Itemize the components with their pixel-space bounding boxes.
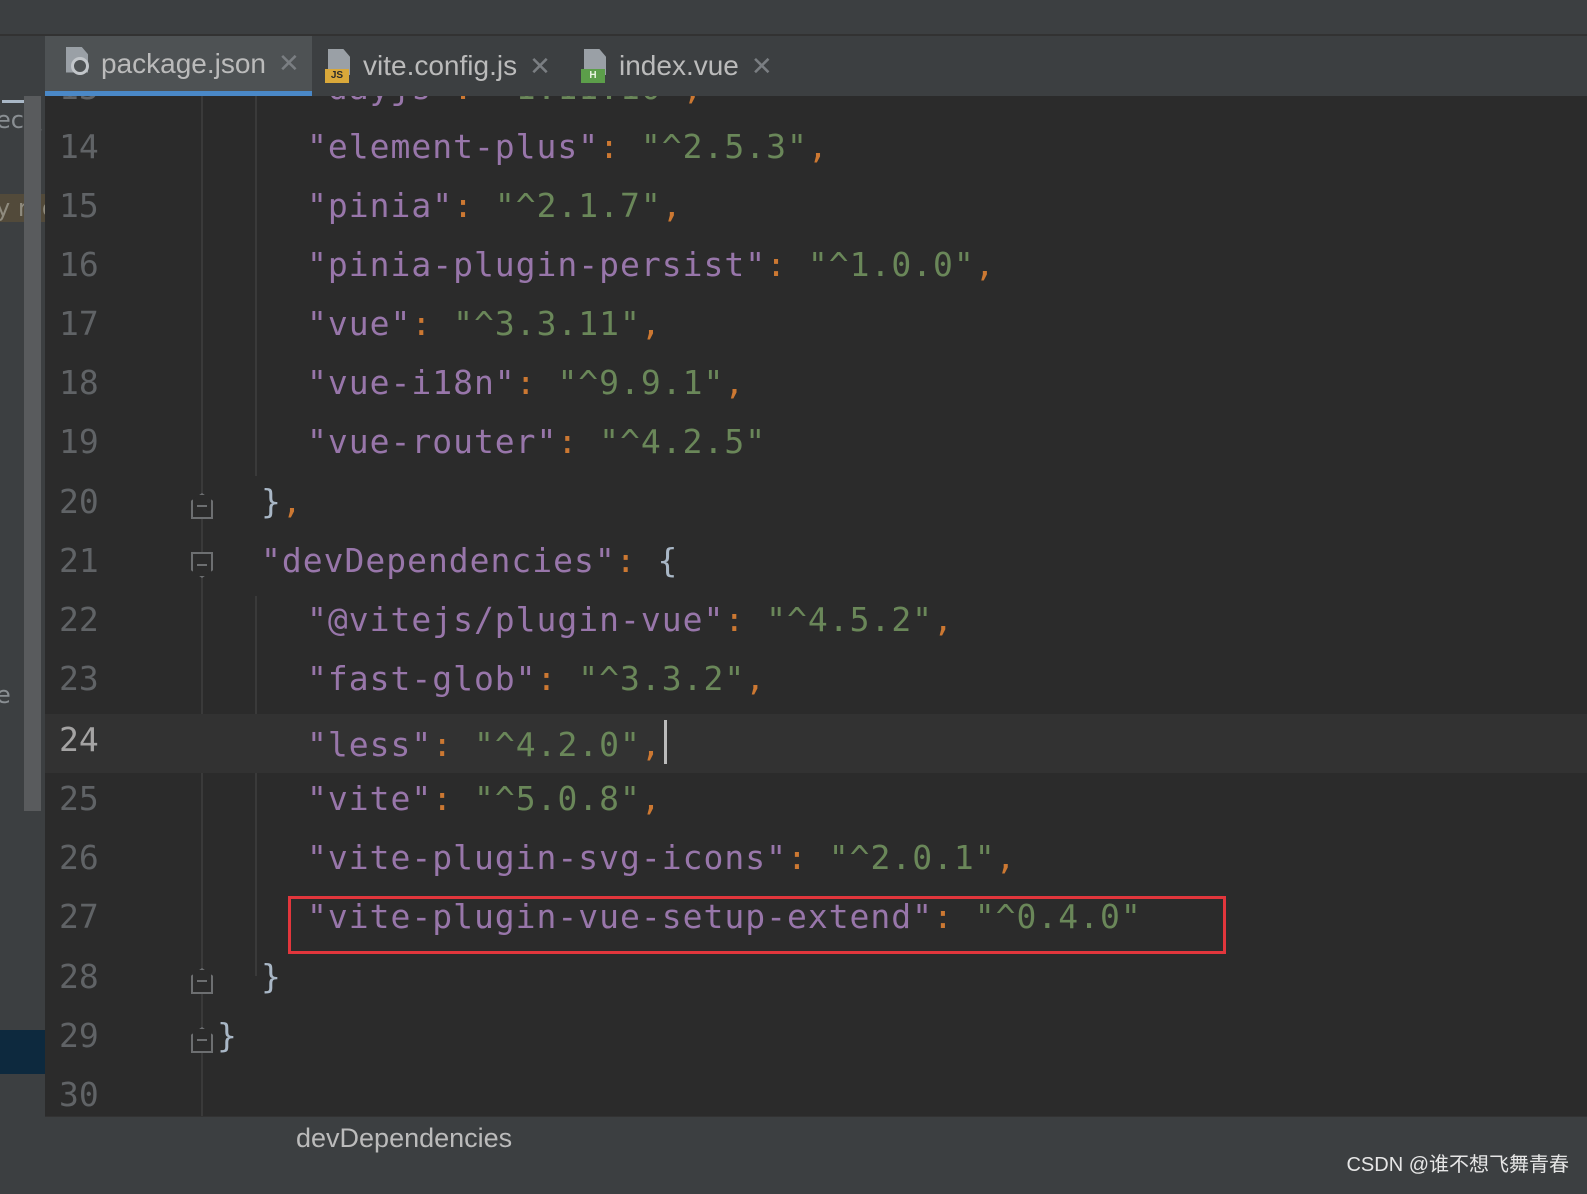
line-number: 29 [59, 1016, 99, 1055]
code-line: 26 "vite-plugin-svg-icons": "^2.0.1", [59, 838, 1017, 877]
code-line: 13 "dayjs": "1.11.10", [45, 96, 1587, 121]
code-line: 19 "vue-router": "^4.2.5" [59, 422, 767, 461]
watermark: CSDN @谁不想飞舞青春 [1346, 1154, 1569, 1176]
code-line: 18 "vue-i18n": "^9.9.1", [59, 363, 746, 402]
line-number: 14 [59, 127, 99, 166]
line-number: 16 [59, 245, 99, 284]
fold-icon[interactable] [191, 493, 213, 519]
breadcrumb[interactable]: devDependencies [296, 1123, 512, 1154]
code-editor[interactable]: 13 "dayjs": "1.11.10", 14 "element-plus"… [45, 96, 1587, 1116]
line-number: 24 [59, 720, 99, 759]
line-number: 15 [59, 186, 99, 225]
code-line: 28 } [59, 957, 282, 996]
highlight-annotation-box [288, 896, 1226, 954]
text-caret [663, 720, 667, 764]
code-line-current: 24 "less": "^4.2.0", [45, 714, 1587, 773]
tab-label: package.json [101, 47, 267, 79]
line-number: 17 [59, 304, 99, 343]
line-number: 28 [59, 957, 99, 996]
tab-index-vue[interactable]: H index.vue ✕ [581, 36, 773, 96]
project-tree-selected-row[interactable] [0, 1030, 45, 1074]
code-line: 25 "vite": "^5.0.8", [59, 779, 662, 818]
line-number: 18 [59, 363, 99, 402]
close-icon[interactable]: ✕ [751, 51, 773, 82]
fold-icon[interactable] [191, 1027, 213, 1053]
vue-file-icon: H [581, 49, 611, 83]
code-line: 17 "vue": "^3.3.11", [59, 304, 662, 343]
line-number: 26 [59, 838, 99, 877]
js-file-icon: JS [325, 49, 355, 83]
line-number: 19 [59, 422, 99, 461]
close-icon[interactable]: ✕ [529, 51, 551, 82]
fold-icon[interactable] [191, 552, 213, 578]
tab-package-json[interactable]: package.json ✕ [45, 36, 312, 96]
project-scrollbar[interactable] [24, 96, 41, 811]
fold-icon[interactable] [191, 968, 213, 994]
line-number: 13 [59, 96, 119, 107]
json-file-icon [63, 46, 93, 81]
code-line: 23 "fast-glob": "^3.3.2", [59, 659, 767, 698]
line-number: 22 [59, 600, 99, 639]
line-number: 21 [59, 541, 99, 580]
code-line: 15 "pinia": "^2.1.7", [59, 186, 683, 225]
code-line: 14 "element-plus": "^2.5.3", [59, 127, 829, 166]
line-number: 27 [59, 897, 99, 936]
code-line: 20 }, [59, 482, 303, 521]
code-line: 16 "pinia-plugin-persist": "^1.0.0", [59, 245, 996, 284]
tab-vite-config-js[interactable]: JS vite.config.js ✕ [325, 36, 551, 96]
project-tree-fragment: e [0, 681, 11, 709]
line-number: 20 [59, 482, 99, 521]
line-number: 23 [59, 659, 99, 698]
line-number: 30 [59, 1075, 99, 1114]
code-line: 30 [45, 1069, 1587, 1116]
code-line: 21 "devDependencies": { [59, 541, 679, 580]
close-icon[interactable]: ✕ [278, 48, 300, 79]
project-tool-window: ect\ y roo e [0, 36, 45, 1164]
editor-tab-bar: package.json ✕ JS vite.config.js ✕ H ind… [45, 36, 1587, 96]
line-number: 25 [59, 779, 99, 818]
tab-label: index.vue [619, 50, 739, 81]
tab-label: vite.config.js [363, 50, 518, 81]
window-top-strip [0, 0, 1587, 36]
code-line: 22 "@vitejs/plugin-vue": "^4.5.2", [59, 600, 954, 639]
code-line: 29 } [59, 1016, 238, 1055]
